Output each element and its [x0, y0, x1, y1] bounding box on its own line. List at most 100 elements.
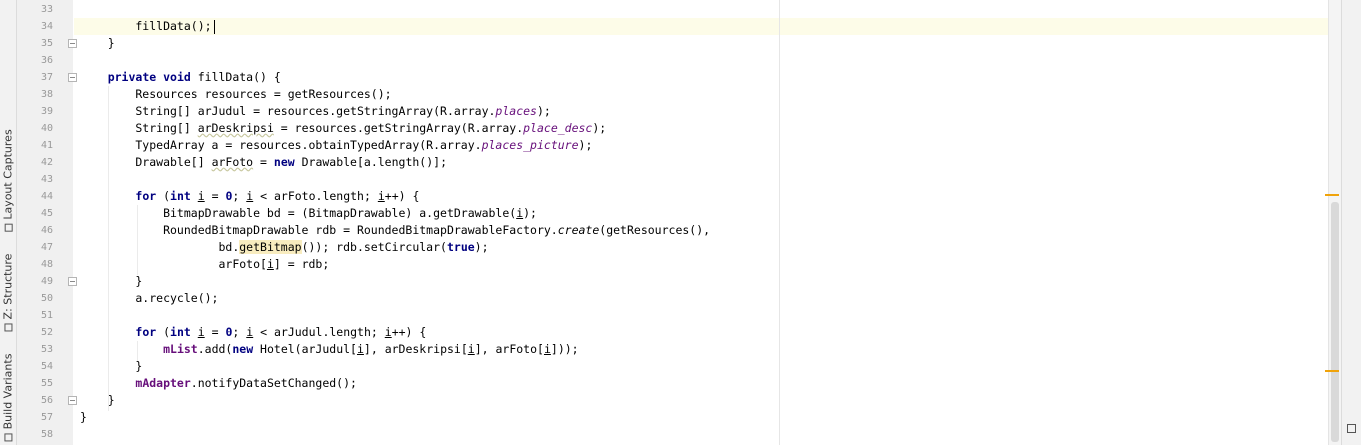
line-number: 56 — [40, 395, 53, 406]
code-token: ; — [232, 189, 247, 203]
code-line[interactable]: String[] arDeskripsi = resources.getStri… — [80, 120, 606, 137]
code-token: ); — [523, 206, 537, 220]
code-token: i — [197, 189, 205, 203]
line-number: 36 — [40, 55, 53, 66]
line-number: 35 — [40, 38, 53, 49]
code-token: String[] arJudul = resources.getStringAr… — [80, 104, 496, 118]
line-number: 58 — [40, 429, 53, 440]
code-line[interactable]: Resources resources = getResources(); — [80, 86, 392, 103]
build-variants-tab[interactable]: Build Variants — [0, 350, 16, 445]
build-variants-label: Build Variants — [1, 353, 15, 430]
code-token: fillData() { — [190, 70, 281, 84]
code-token: i — [197, 325, 205, 339]
code-line[interactable]: mAdapter.notifyDataSetChanged(); — [80, 375, 357, 392]
code-line[interactable]: mList.add(new Hotel(arJudul[i], arDeskri… — [80, 341, 579, 358]
structure-tab[interactable]: Z: Structure — [0, 254, 16, 332]
line-number: 52 — [40, 327, 53, 338]
code-line[interactable]: a.recycle(); — [80, 290, 218, 307]
code-token: Drawable[] — [80, 155, 212, 169]
code-token: } — [80, 393, 115, 407]
code-token: ); — [536, 104, 551, 118]
code-line[interactable]: arFoto[i] = rdb; — [80, 256, 329, 273]
line-number: 37 — [40, 72, 53, 83]
code-token: ); — [474, 240, 489, 254]
code-token: ); — [578, 138, 593, 152]
code-token: = — [253, 155, 274, 169]
code-token: } — [80, 410, 87, 424]
code-token: fillData(); — [80, 19, 212, 33]
code-token: mList — [163, 342, 198, 356]
code-token: getBitmap — [239, 240, 302, 254]
layout-captures-label: Layout Captures — [1, 128, 15, 220]
code-token: i — [467, 342, 475, 356]
code-line[interactable]: BitmapDrawable bd = (BitmapDrawable) a.g… — [80, 205, 537, 222]
code-token: ++) { — [391, 325, 427, 339]
right-tool-window-strip — [1341, 0, 1361, 445]
code-line[interactable]: } — [80, 409, 87, 426]
code-line[interactable]: } — [80, 273, 142, 290]
code-line[interactable]: RoundedBitmapDrawable rdb = RoundedBitma… — [80, 222, 710, 239]
scrollbar-thumb[interactable] — [1331, 202, 1339, 442]
code-line[interactable]: for (int i = 0; i < arFoto.length; i++) … — [80, 188, 419, 205]
code-token: = — [204, 189, 226, 203]
code-token: } — [80, 359, 143, 373]
code-token: ()); rdb.setCircular( — [301, 240, 447, 254]
line-number: 44 — [40, 191, 53, 202]
line-number: 50 — [40, 293, 53, 304]
vertical-scrollbar[interactable] — [1328, 0, 1341, 445]
code-token: ])); — [550, 342, 579, 356]
line-number: 47 — [40, 242, 53, 253]
code-line[interactable]: TypedArray a = resources.obtainTypedArra… — [80, 137, 592, 154]
code-line[interactable]: } — [80, 35, 115, 52]
line-number: 42 — [40, 157, 53, 168]
line-number: 53 — [40, 344, 53, 355]
code-token: (getResources(), — [599, 223, 711, 237]
warning-stripe-marker[interactable] — [1325, 194, 1339, 196]
code-token: private void — [107, 70, 191, 84]
code-line[interactable]: String[] arJudul = resources.getStringAr… — [80, 103, 551, 120]
left-tool-window-strip: Layout Captures Z: Structure Build Varia… — [0, 0, 17, 445]
code-token: ( — [156, 325, 171, 339]
device-icon[interactable] — [1347, 424, 1356, 433]
code-token: for — [135, 189, 157, 203]
line-number: 55 — [40, 378, 53, 389]
code-token: for — [135, 325, 157, 339]
code-line[interactable]: fillData(); — [80, 18, 216, 35]
code-token: places — [495, 104, 537, 118]
code-token: a.recycle(); — [80, 291, 219, 305]
code-token: Resources resources = getResources(); — [80, 87, 392, 101]
code-line[interactable]: for (int i = 0; i < arJudul.length; i++)… — [80, 324, 426, 341]
code-token: create — [557, 223, 600, 237]
code-token: < arJudul.length; — [253, 325, 385, 339]
code-editor[interactable]: fillData(); } private void fillData() { … — [74, 0, 1328, 445]
code-token: TypedArray a = resources.obtainTypedArra… — [80, 138, 482, 152]
layout-captures-tab[interactable]: Layout Captures — [0, 128, 16, 232]
code-token: < arFoto.length; — [253, 189, 378, 203]
code-token: places_picture — [481, 138, 579, 152]
code-token: ++) { — [384, 189, 420, 203]
code-token: i — [356, 342, 364, 356]
camera-icon — [4, 223, 13, 232]
code-line[interactable]: } — [80, 392, 115, 409]
line-number: 48 — [40, 259, 53, 270]
line-number: 46 — [40, 225, 53, 236]
editor-gutter[interactable]: 33 34 35 36 37 38 39 40 41 42 43 44 45 46 47 48 49 50 51 52… — [17, 0, 77, 445]
code-token: .notifyDataSetChanged(); — [190, 376, 357, 390]
code-line[interactable]: private void fillData() { — [80, 69, 281, 86]
code-token: ] = rdb; — [273, 257, 330, 271]
line-number: 45 — [40, 208, 53, 219]
text-caret — [213, 19, 216, 34]
warning-stripe-marker[interactable] — [1325, 370, 1339, 372]
line-number: 51 — [40, 310, 53, 321]
code-line[interactable]: Drawable[] arFoto = new Drawable[a.lengt… — [80, 154, 447, 171]
code-line[interactable]: bd.getBitmap()); rdb.setCircular(true); — [80, 239, 489, 256]
line-number: 43 — [40, 174, 53, 185]
code-line[interactable]: } — [80, 358, 142, 375]
code-token: int — [170, 325, 191, 339]
line-number: 41 — [40, 140, 53, 151]
line-number: 49 — [40, 276, 53, 287]
